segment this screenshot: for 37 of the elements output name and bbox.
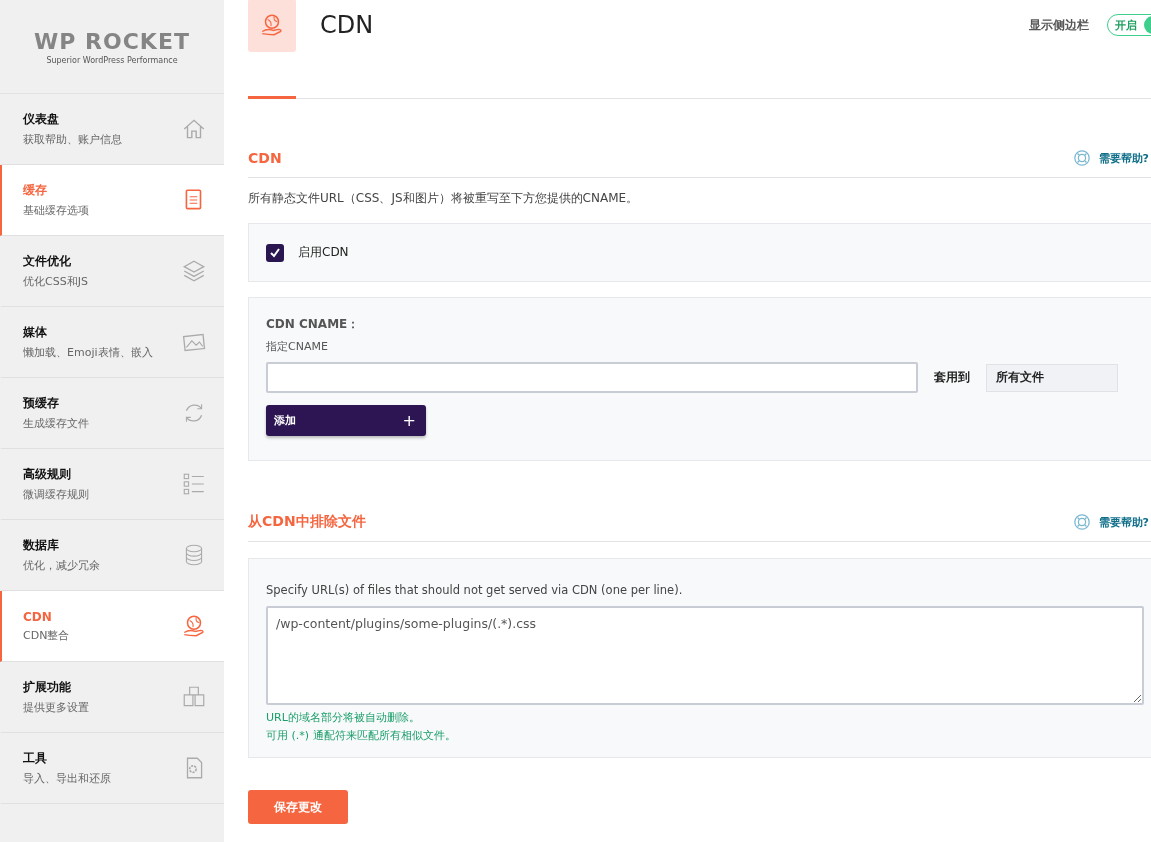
sidebar-toggle[interactable]: 开启 xyxy=(1107,14,1151,36)
cdn-icon xyxy=(181,613,207,639)
sidebar-item[interactable]: 扩展功能 提供更多设置 xyxy=(0,662,224,733)
section-description: 所有静态文件URL（CSS、JS和图片）将被重写至下方您提供的CNAME。 xyxy=(248,190,640,207)
sidebar-item[interactable]: 预缓存 生成缓存文件 xyxy=(0,378,224,449)
cname-input[interactable] xyxy=(266,362,918,393)
apply-select[interactable]: 所有文件 xyxy=(986,363,1118,392)
sidebar-item[interactable]: 媒体 懒加载、Emoji表情、嵌入 xyxy=(0,307,224,378)
sidebar-item[interactable]: 文件优化 优化CSS和JS xyxy=(0,236,224,307)
checkbox-label: 启用CDN xyxy=(298,244,349,261)
list-icon xyxy=(181,471,207,497)
hint-text: 可用 (.*) 通配符来匹配所有相似文件。 xyxy=(266,728,457,743)
help-link[interactable]: 需要帮助? xyxy=(1072,513,1149,531)
exclude-description: Specify URL(s) of files that should not get served via CDN (one per line). xyxy=(266,583,684,597)
checkmark-icon xyxy=(269,246,281,259)
sidebar-item[interactable]: 缓存 基础缓存选项 xyxy=(0,165,224,236)
sidebar-item[interactable]: 工具 导入、导出和还原 xyxy=(0,733,224,804)
toggle-label: 显示侧边栏 xyxy=(1029,16,1089,34)
logo-tagline: Superior WordPress Performance xyxy=(46,55,178,65)
section-title: 从CDN中排除文件 xyxy=(248,513,366,531)
cname-label: 指定CNAME xyxy=(266,339,329,354)
hint-text: URL的域名部分将被自动删除。 xyxy=(266,710,421,725)
sidebar-item[interactable]: 高级规则 微调缓存规则 xyxy=(0,449,224,520)
exclude-textarea[interactable]: /wp-content/plugins/some-plugins/(.*).css xyxy=(266,606,1144,705)
help-link[interactable]: 需要帮助? xyxy=(1072,149,1149,167)
add-button[interactable]: 添加 + xyxy=(266,405,426,436)
cdn-icon xyxy=(248,0,296,52)
lifebuoy-icon xyxy=(1072,149,1091,167)
sidebar-item[interactable]: CDN CDN整合 xyxy=(0,591,224,662)
enable-cdn-checkbox[interactable] xyxy=(266,243,284,262)
lifebuoy-icon xyxy=(1072,513,1091,531)
layers-icon xyxy=(181,258,207,284)
apply-label: 套用到 xyxy=(934,369,970,386)
cname-title: CDN CNAME： xyxy=(266,316,361,333)
logo-text: WP ROCKET xyxy=(34,28,190,54)
section-title: CDN xyxy=(248,150,282,166)
page-title: CDN xyxy=(320,11,374,39)
